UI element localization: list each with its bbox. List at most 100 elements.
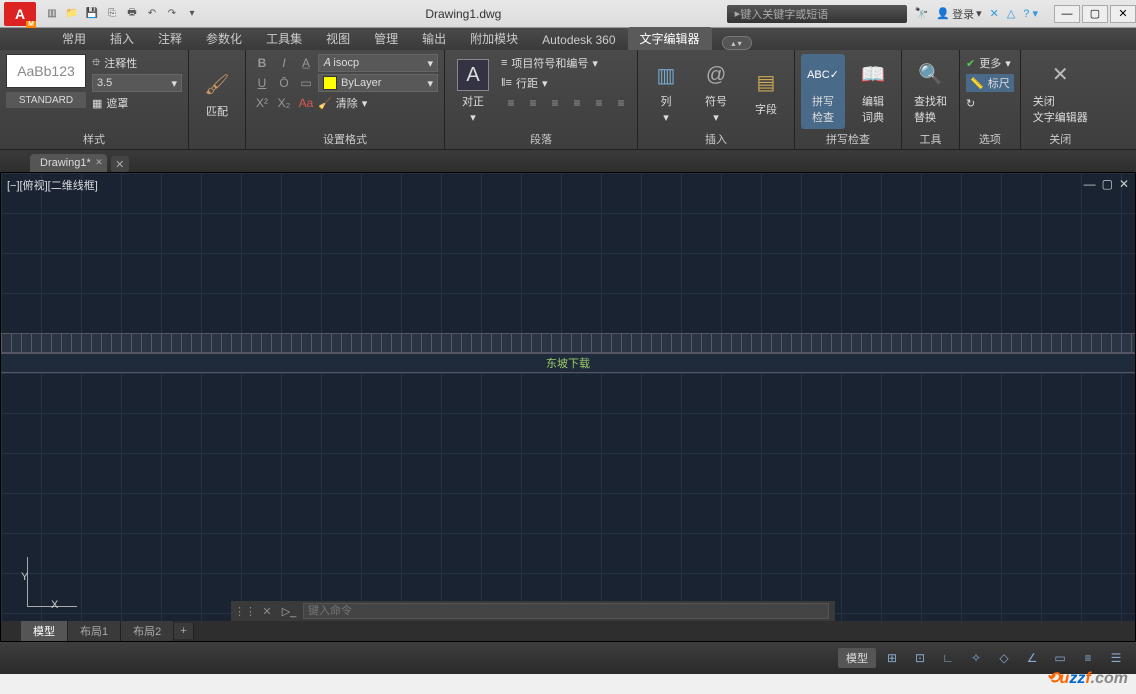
close-button[interactable]: ✕ xyxy=(1110,5,1136,23)
tab-parametric[interactable]: 参数化 xyxy=(194,27,254,50)
qat-open-icon[interactable]: 📁 xyxy=(64,6,80,22)
drawing-canvas[interactable]: [−][俯视][二维线框] — ▢ ✕ 东坡下载 Y X ⋮⋮ ✕ ▷_ 模型 … xyxy=(0,172,1136,642)
status-polar-icon[interactable]: ✧ xyxy=(964,648,988,668)
help-icon[interactable]: ? ▾ xyxy=(1023,7,1038,20)
login-button[interactable]: 👤 登录 ▾ xyxy=(936,6,981,22)
viewport-label[interactable]: [−][俯视][二维线框] xyxy=(7,177,98,193)
tab-home[interactable]: 常用 xyxy=(50,27,98,50)
align-fit-button[interactable]: ≡ xyxy=(611,94,631,112)
panel-tools: 🔍查找和 替换 工具 xyxy=(902,50,960,149)
ribbon-collapse-button[interactable]: ▴ ▾ xyxy=(722,36,752,50)
qat-saveas-icon[interactable]: ⎘ xyxy=(104,6,120,22)
align-right-button[interactable]: ≡ xyxy=(545,94,565,112)
superscript-button[interactable]: X² xyxy=(252,94,272,112)
vp-close-icon[interactable]: ✕ xyxy=(1119,177,1129,191)
cmd-close-icon[interactable]: ✕ xyxy=(259,603,275,619)
style-name[interactable]: STANDARD xyxy=(6,92,86,108)
symbol-button[interactable]: @符号▾ xyxy=(694,54,738,129)
font-dropdown[interactable]: 𝐴 isocp▾ xyxy=(318,54,438,72)
close-editor-button[interactable]: ✕关闭 文字编辑器 xyxy=(1027,54,1094,129)
minimize-button[interactable]: — xyxy=(1054,5,1080,23)
edit-dict-button[interactable]: 📖编辑 词典 xyxy=(851,54,895,129)
command-input[interactable] xyxy=(303,603,829,619)
mask-button[interactable]: ▦ 遮罩 xyxy=(92,94,182,112)
subscript-button[interactable]: X₂ xyxy=(274,94,294,112)
tab-a360[interactable]: Autodesk 360 xyxy=(530,30,627,50)
layout-tab-2[interactable]: 布局2 xyxy=(121,621,174,641)
status-ortho-icon[interactable]: ∟ xyxy=(936,648,960,668)
status-menu-icon[interactable]: ☰ xyxy=(1104,648,1128,668)
app-icon[interactable]: AM xyxy=(4,2,36,26)
status-snap-icon[interactable]: ⊡ xyxy=(908,648,932,668)
tab-tools[interactable]: 工具集 xyxy=(254,27,314,50)
tab-addins[interactable]: 附加模块 xyxy=(458,27,530,50)
annotative-toggle[interactable]: ⯐ 注释性 xyxy=(92,54,182,72)
panel-label-tools: 工具 xyxy=(908,129,953,149)
a360-icon[interactable]: △ xyxy=(1007,7,1015,20)
layout-tab-1[interactable]: 布局1 xyxy=(68,621,121,641)
text-edit-band[interactable]: 东坡下载 xyxy=(1,353,1135,373)
field-button[interactable]: ▤字段 xyxy=(744,54,788,129)
layout-tab-model[interactable]: 模型 xyxy=(21,621,68,641)
justify-button[interactable]: A 对正▾ xyxy=(451,54,495,129)
title-bar: AM ▥ 📁 💾 ⎘ 🖶 ↶ ↷ ▾ Drawing1.dwg ▸ 键入关键字或… xyxy=(0,0,1136,28)
text-ruler[interactable] xyxy=(1,333,1135,353)
dictionary-icon: 📖 xyxy=(857,59,889,91)
status-otrack-icon[interactable]: ∠ xyxy=(1020,648,1044,668)
style-preview[interactable]: AaBb123 xyxy=(6,54,86,88)
text-height-dropdown[interactable]: 3.5▾ xyxy=(92,74,182,92)
more-options-button[interactable]: ✔ 更多 ▾ xyxy=(966,54,1014,72)
match-button[interactable]: 🖌 匹配 xyxy=(195,54,239,133)
ruler-toggle[interactable]: 📏 标尺 xyxy=(966,74,1014,92)
case-button[interactable]: Aa xyxy=(296,94,316,112)
align-dist-button[interactable]: ≡ xyxy=(589,94,609,112)
status-dyn-icon[interactable]: ▭ xyxy=(1048,648,1072,668)
panel-label-format: 设置格式 xyxy=(252,129,438,149)
document-tab[interactable]: Drawing1*✕ xyxy=(30,154,107,172)
tab-close-icon[interactable]: ✕ xyxy=(95,157,103,168)
qat-new-icon[interactable]: ▥ xyxy=(44,6,60,22)
add-document-tab[interactable]: ✕ xyxy=(111,156,129,172)
ucs-y-label: Y xyxy=(21,571,28,583)
layout-tab-add[interactable]: + xyxy=(174,623,193,639)
tab-insert[interactable]: 插入 xyxy=(98,27,146,50)
qat-print-icon[interactable]: 🖶 xyxy=(124,6,140,22)
align-center-button[interactable]: ≡ xyxy=(523,94,543,112)
tab-output[interactable]: 输出 xyxy=(410,27,458,50)
column-button[interactable]: ▥列▾ xyxy=(644,54,688,129)
status-model-button[interactable]: 模型 xyxy=(838,648,876,668)
layer-color-dropdown[interactable]: ByLayer▾ xyxy=(318,74,438,92)
exchange-icon[interactable]: ✕ xyxy=(990,7,999,20)
clear-format-button[interactable]: 🧹 清除 ▾ xyxy=(318,94,367,112)
tab-text-editor[interactable]: 文字编辑器 xyxy=(628,27,712,50)
qat-undo-icon[interactable]: ↶ xyxy=(144,6,160,22)
line-spacing-button[interactable]: ‖≡ 行距 ▾ xyxy=(501,74,631,92)
maximize-button[interactable]: ▢ xyxy=(1082,5,1108,23)
vp-minimize-icon[interactable]: — xyxy=(1084,177,1096,191)
status-lwt-icon[interactable]: ≡ xyxy=(1076,648,1100,668)
search-input[interactable]: ▸ 键入关键字或短语 xyxy=(727,5,907,23)
document-title: Drawing1.dwg xyxy=(200,7,727,21)
redo-opt-button[interactable]: ↻ xyxy=(966,94,1014,112)
qat-save-icon[interactable]: 💾 xyxy=(84,6,100,22)
status-osnap-icon[interactable]: ◇ xyxy=(992,648,1016,668)
qat-more-icon[interactable]: ▾ xyxy=(184,6,200,22)
bullets-button[interactable]: ≡ 项目符号和编号 ▾ xyxy=(501,54,631,72)
underline-button[interactable]: U xyxy=(252,74,272,92)
status-grid-icon[interactable]: ⊞ xyxy=(880,648,904,668)
inline-text[interactable]: 东坡下载 xyxy=(546,355,590,371)
tab-annotate[interactable]: 注释 xyxy=(146,27,194,50)
vp-maximize-icon[interactable]: ▢ xyxy=(1102,177,1113,191)
tab-view[interactable]: 视图 xyxy=(314,27,362,50)
italic-button[interactable]: I xyxy=(274,54,294,72)
find-replace-button[interactable]: 🔍查找和 替换 xyxy=(908,54,953,129)
cmd-handle-icon[interactable]: ⋮⋮ xyxy=(237,603,253,619)
align-left-button[interactable]: ≡ xyxy=(501,94,521,112)
binoculars-icon[interactable]: 🔭 xyxy=(915,7,929,20)
align-justify-button[interactable]: ≡ xyxy=(567,94,587,112)
tab-manage[interactable]: 管理 xyxy=(362,27,410,50)
bold-button[interactable]: B xyxy=(252,54,272,72)
overline-button[interactable]: Ō xyxy=(274,74,294,92)
qat-redo-icon[interactable]: ↷ xyxy=(164,6,180,22)
spellcheck-button[interactable]: ABC✓拼写 检查 xyxy=(801,54,845,129)
